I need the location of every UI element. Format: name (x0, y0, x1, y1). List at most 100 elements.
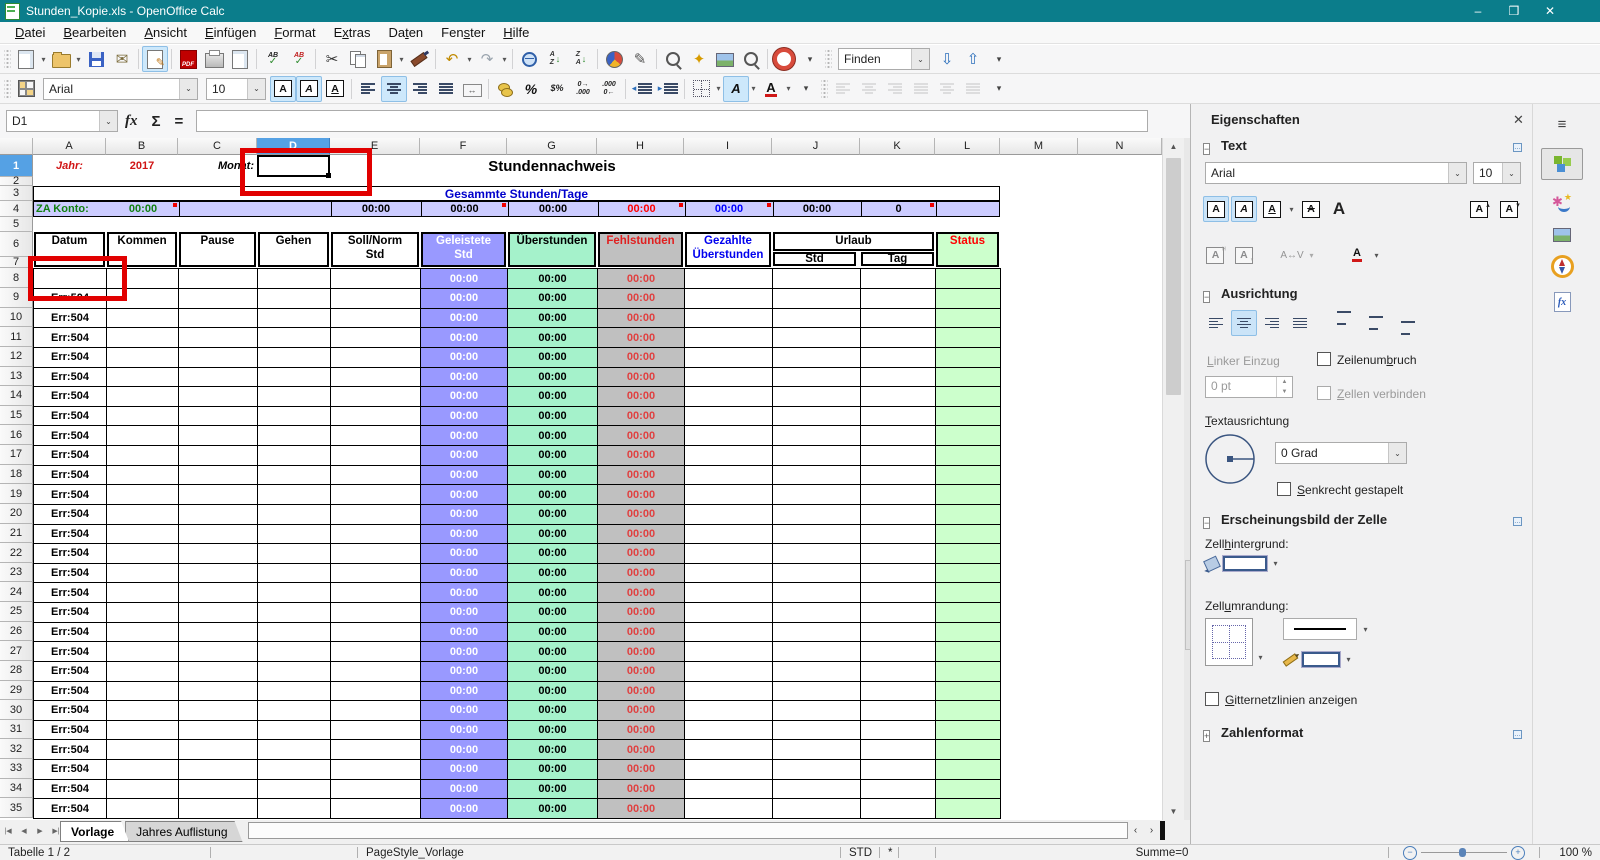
toolbar-overflow-icon[interactable]: ▾ (986, 76, 1012, 102)
cell-c20[interactable] (179, 505, 258, 525)
sum-icon[interactable]: Σ (152, 113, 161, 130)
chevron-down-icon[interactable]: ▾ (749, 84, 758, 93)
menu-item-einfgen[interactable]: Einfügen (196, 23, 265, 42)
cell-h8[interactable]: 00:00 (598, 269, 685, 289)
cell-e24[interactable] (331, 583, 421, 603)
cell-j24[interactable] (773, 583, 861, 603)
cell-j20[interactable] (773, 505, 861, 525)
cell-d31[interactable] (258, 721, 331, 741)
row-header-15[interactable]: 15 (0, 406, 33, 426)
summary-value-g4[interactable]: 00:00 (508, 202, 598, 216)
cell-j26[interactable] (773, 623, 861, 643)
cell-d24[interactable] (258, 583, 331, 603)
cell-i25[interactable] (685, 603, 773, 623)
row-header-19[interactable]: 19 (0, 484, 33, 504)
cell-e27[interactable] (331, 642, 421, 662)
first-sheet-icon[interactable]: |◀ (0, 822, 16, 840)
cell-d21[interactable] (258, 525, 331, 545)
cell-k9[interactable] (861, 289, 936, 309)
summary-value-j4[interactable]: 00:00 (773, 202, 861, 216)
chevron-down-icon[interactable]: ▾ (500, 55, 509, 64)
cell-k25[interactable] (861, 603, 936, 623)
currency-format-icon[interactable] (492, 76, 518, 102)
cell-i28[interactable] (685, 662, 773, 682)
cell-g27[interactable]: 00:00 (508, 642, 598, 662)
cell-c24[interactable] (179, 583, 258, 603)
background-color-icon[interactable]: A (723, 76, 749, 102)
cell-k24[interactable] (861, 583, 936, 603)
cell-j11[interactable] (773, 328, 861, 348)
cell-i23[interactable] (685, 564, 773, 584)
help-icon[interactable] (771, 46, 797, 72)
cell-h34[interactable]: 00:00 (598, 780, 685, 800)
cell-g18[interactable]: 00:00 (508, 466, 598, 486)
save-icon[interactable] (83, 46, 109, 72)
za-konto-value[interactable]: 00:00 (107, 202, 179, 216)
cell-j21[interactable] (773, 525, 861, 545)
cell-g8[interactable]: 00:00 (508, 269, 598, 289)
chevron-down-icon[interactable]: ▾ (714, 84, 723, 93)
cell-e30[interactable] (331, 701, 421, 721)
cell-l31[interactable] (936, 721, 1001, 741)
cell-l20[interactable] (936, 505, 1001, 525)
cell-e18[interactable] (331, 466, 421, 486)
cell-b14[interactable] (107, 387, 179, 407)
cell-k34[interactable] (861, 780, 936, 800)
cell-c21[interactable] (179, 525, 258, 545)
cell-f23[interactable]: 00:00 (421, 564, 508, 584)
row-header-6[interactable]: 6 (0, 232, 33, 257)
cell-c12[interactable] (179, 348, 258, 368)
row-header-29[interactable]: 29 (0, 681, 33, 701)
cell-e19[interactable] (331, 485, 421, 505)
cell-e26[interactable] (331, 623, 421, 643)
row-header-4[interactable]: 4 (0, 201, 33, 217)
cell-k28[interactable] (861, 662, 936, 682)
menu-item-bearbeiten[interactable]: Bearbeiten (54, 23, 135, 42)
cell-e31[interactable] (331, 721, 421, 741)
cell-a16[interactable]: Err:504 (34, 426, 107, 446)
column-header-M[interactable]: M (1000, 138, 1078, 155)
cell-d28[interactable] (258, 662, 331, 682)
selection-sum[interactable]: Summe=0 (936, 847, 1388, 859)
summary-value-h4[interactable]: 00:00 (598, 202, 685, 216)
cell-b18[interactable] (107, 466, 179, 486)
sidebar-tab-navigator[interactable] (1541, 250, 1583, 282)
gallery-icon[interactable] (712, 46, 738, 72)
cell-f21[interactable]: 00:00 (421, 525, 508, 545)
cell-j32[interactable] (773, 740, 861, 760)
underline-icon[interactable]: A (1259, 196, 1285, 222)
summary-value-e4[interactable]: 00:00 (331, 202, 421, 216)
cell-b32[interactable] (107, 740, 179, 760)
next-sheet-icon[interactable]: ▶ (32, 822, 48, 840)
table-icon[interactable] (13, 76, 39, 102)
cell-j18[interactable] (773, 466, 861, 486)
cell-l12[interactable] (936, 348, 1001, 368)
border-selector[interactable] (1205, 618, 1253, 666)
cell-k21[interactable] (861, 525, 936, 545)
cell-f19[interactable]: 00:00 (421, 485, 508, 505)
row-header-18[interactable]: 18 (0, 465, 33, 485)
cell-f14[interactable]: 00:00 (421, 387, 508, 407)
cell-c16[interactable] (179, 426, 258, 446)
chevron-down-icon[interactable]: ▾ (39, 55, 48, 64)
cell-k15[interactable] (861, 407, 936, 427)
cut-icon[interactable]: ✂ (319, 46, 345, 72)
cell-a24[interactable]: Err:504 (34, 583, 107, 603)
cell-h30[interactable]: 00:00 (598, 701, 685, 721)
cell-g16[interactable]: 00:00 (508, 426, 598, 446)
cell-j13[interactable] (773, 368, 861, 388)
cell-a34[interactable]: Err:504 (34, 780, 107, 800)
cell-d18[interactable] (258, 466, 331, 486)
row-header-27[interactable]: 27 (0, 641, 33, 661)
chevron-down-icon[interactable]: ▾ (1344, 655, 1353, 664)
chevron-down-icon[interactable]: ⌄ (99, 111, 117, 131)
cell-e16[interactable] (331, 426, 421, 446)
cell-j22[interactable] (773, 544, 861, 564)
cell-i20[interactable] (685, 505, 773, 525)
menu-item-daten[interactable]: Daten (379, 23, 432, 42)
cell-g32[interactable]: 00:00 (508, 740, 598, 760)
cell-b12[interactable] (107, 348, 179, 368)
cell-k22[interactable] (861, 544, 936, 564)
cell-i14[interactable] (685, 387, 773, 407)
row-header-26[interactable]: 26 (0, 622, 33, 642)
